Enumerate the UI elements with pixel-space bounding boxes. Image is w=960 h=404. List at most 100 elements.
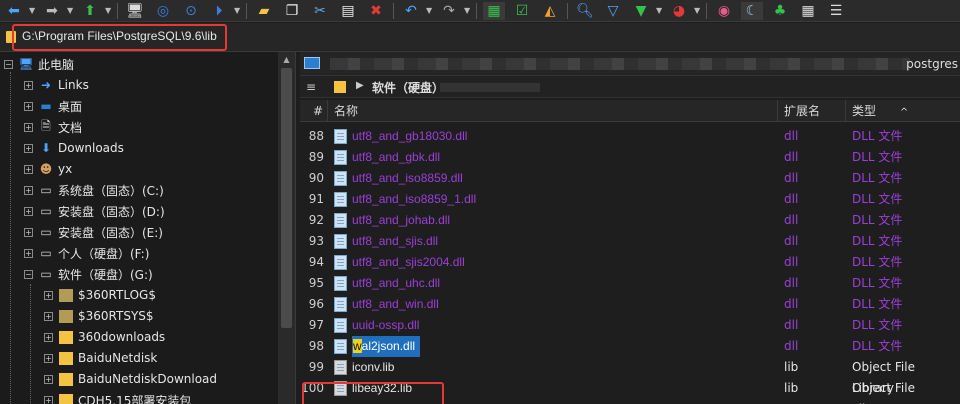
expand-icon[interactable]: + bbox=[24, 101, 33, 111]
delete-icon[interactable]: ✖ bbox=[365, 2, 387, 20]
tree-item-drive-g[interactable]: − ▭ 软件（硬盘）(G:) bbox=[24, 264, 153, 284]
table-row[interactable]: 88 utf8_and_gb18030.dll dll DLL 文件 bbox=[300, 126, 960, 147]
table-row[interactable]: 96 utf8_and_win.dll dll DLL 文件 bbox=[300, 294, 960, 315]
tree-item-user[interactable]: + ☻ yx bbox=[24, 159, 72, 179]
tree-item-drive-f[interactable]: + ▭ 个人（硬盘）(F:) bbox=[24, 243, 149, 263]
redo-icon[interactable]: ↷ bbox=[438, 2, 460, 20]
collapse-icon[interactable]: − bbox=[24, 269, 33, 279]
filter-add-icon[interactable]: ▼ bbox=[630, 2, 652, 20]
file-name[interactable]: uuid-ossp.dll bbox=[352, 315, 419, 336]
copy-icon[interactable]: ❐ bbox=[281, 2, 303, 20]
table-row-selected[interactable]: 98 wal2json.dll dll DLL 文件 bbox=[300, 336, 960, 357]
find-icon[interactable]: 🔍︎ bbox=[574, 2, 596, 20]
expand-icon[interactable]: + bbox=[44, 374, 53, 384]
list-icon[interactable]: ☰ bbox=[825, 2, 847, 20]
expand-icon[interactable]: + bbox=[24, 227, 33, 237]
table-row[interactable]: 93 utf8_and_sjis.dll dll DLL 文件 bbox=[300, 231, 960, 252]
file-name[interactable]: utf8_and_gb18030.dll bbox=[352, 126, 467, 147]
new-folder-icon[interactable]: ▰ bbox=[253, 2, 275, 20]
file-name[interactable]: iconv.lib bbox=[352, 357, 394, 378]
tree-item-folder[interactable]: + BaiduNetdiskDownload bbox=[44, 369, 217, 389]
tree-item-folder[interactable]: + $360RTLOG$ bbox=[44, 285, 156, 305]
tree-item-links[interactable]: + ➜ Links bbox=[24, 75, 89, 95]
tree-view-icon[interactable]: ▦ bbox=[483, 1, 505, 20]
tree-item-folder[interactable]: + CDH5.15部署安装包 bbox=[44, 390, 191, 404]
pane-tab-bar[interactable]: postgres bbox=[300, 52, 960, 76]
chevron-down-icon[interactable]: ▼ bbox=[234, 6, 242, 15]
menu-icon[interactable]: ≡ bbox=[306, 80, 316, 94]
checkbox-icon[interactable]: ☑ bbox=[511, 2, 533, 20]
forward-arrow-icon[interactable]: ➡ bbox=[41, 2, 63, 20]
expand-icon[interactable]: + bbox=[44, 290, 53, 300]
table-row[interactable]: 91 utf8_and_iso8859_1.dll dll DLL 文件 bbox=[300, 189, 960, 210]
media-play-icon[interactable]: ⏵ bbox=[208, 2, 230, 20]
file-name[interactable]: utf8_and_win.dll bbox=[352, 294, 439, 315]
file-name-selected[interactable]: wal2json.dll bbox=[352, 336, 421, 357]
file-name[interactable]: utf8_and_sjis.dll bbox=[352, 231, 438, 252]
paste-icon[interactable]: ▤ bbox=[337, 2, 359, 20]
expand-icon[interactable]: + bbox=[44, 311, 53, 321]
chevron-down-icon[interactable]: ▼ bbox=[656, 6, 664, 15]
expand-icon[interactable]: + bbox=[44, 395, 53, 404]
column-header-type[interactable]: 类型 ^ bbox=[846, 100, 960, 122]
expand-icon[interactable]: + bbox=[24, 206, 33, 216]
tree-icon[interactable]: ♣ bbox=[769, 2, 791, 20]
expand-icon[interactable]: + bbox=[24, 122, 33, 132]
tree-item-downloads[interactable]: + ⬇ Downloads bbox=[24, 138, 124, 158]
file-name[interactable]: utf8_and_uhc.dll bbox=[352, 273, 440, 294]
tree-item-desktop[interactable]: + ▬ 桌面 bbox=[24, 96, 82, 116]
search-icon[interactable]: ⊙ bbox=[180, 2, 202, 20]
cut-icon[interactable]: ✂ bbox=[309, 2, 331, 20]
back-arrow-icon[interactable]: ⬅ bbox=[3, 2, 25, 20]
tree-item-folder[interactable]: + 360downloads bbox=[44, 327, 165, 347]
table-row[interactable]: 92 utf8_and_johab.dll dll DLL 文件 bbox=[300, 210, 960, 231]
expand-icon[interactable]: + bbox=[24, 143, 33, 153]
breadcrumb-item[interactable]: 软件（硬盘） bbox=[372, 79, 444, 96]
chevron-right-icon[interactable]: ▶ bbox=[356, 80, 364, 91]
table-row[interactable]: 95 utf8_and_uhc.dll dll DLL 文件 bbox=[300, 273, 960, 294]
column-header-name[interactable]: 名称 bbox=[328, 100, 778, 122]
column-header-number[interactable]: # bbox=[300, 100, 328, 122]
expand-icon[interactable]: + bbox=[24, 185, 33, 195]
pie-chart-icon[interactable]: ◕ bbox=[668, 2, 690, 20]
tree-item-documents[interactable]: + 🗎 文档 bbox=[24, 117, 82, 137]
tree-item-drive-e[interactable]: + ▭ 安装盘（固态）(E:) bbox=[24, 222, 163, 242]
table-row[interactable]: 90 utf8_and_iso8859.dll dll DLL 文件 bbox=[300, 168, 960, 189]
calendar-icon[interactable]: ▦ bbox=[797, 2, 819, 20]
expand-icon[interactable]: + bbox=[24, 80, 33, 90]
tree-item-folder[interactable]: + $360RTSYS$ bbox=[44, 306, 154, 326]
up-arrow-icon[interactable]: ⬆ bbox=[79, 2, 101, 20]
chevron-down-icon[interactable]: ▼ bbox=[29, 6, 37, 15]
file-name[interactable]: utf8_and_iso8859.dll bbox=[352, 168, 463, 189]
chevron-down-icon[interactable]: ▼ bbox=[426, 6, 434, 15]
file-name[interactable]: utf8_and_iso8859_1.dll bbox=[352, 189, 476, 210]
table-row[interactable]: 97 uuid-ossp.dll dll DLL 文件 bbox=[300, 315, 960, 336]
chevron-down-icon[interactable]: ▼ bbox=[464, 6, 472, 15]
tree-item-drive-d[interactable]: + ▭ 安装盘（固态）(D:) bbox=[24, 201, 165, 221]
pizza-icon[interactable]: ◭ bbox=[539, 2, 561, 20]
chevron-down-icon[interactable]: ▼ bbox=[694, 6, 702, 15]
file-name[interactable]: utf8_and_johab.dll bbox=[352, 210, 450, 231]
file-name[interactable]: utf8_and_sjis2004.dll bbox=[352, 252, 465, 273]
spiral-icon[interactable]: ◉ bbox=[713, 2, 735, 20]
moon-icon[interactable]: ☾ bbox=[741, 1, 763, 20]
tree-scrollbar[interactable]: ▲ bbox=[278, 52, 295, 404]
expand-icon[interactable]: + bbox=[44, 353, 53, 363]
expand-icon[interactable]: + bbox=[24, 248, 33, 258]
filter-icon[interactable]: ▽ bbox=[602, 2, 624, 20]
tree-item-drive-c[interactable]: + ▭ 系统盘（固态）(C:) bbox=[24, 180, 164, 200]
tab-label[interactable]: postgres bbox=[906, 57, 958, 71]
computer-icon[interactable]: 🖥 bbox=[124, 2, 146, 20]
address-bar[interactable]: G:\Program Files\PostgreSQL\9.6\lib bbox=[0, 23, 960, 52]
tree-item-this-pc[interactable]: − 🖥 此电脑 bbox=[4, 54, 74, 74]
chevron-down-icon[interactable]: ▼ bbox=[67, 6, 75, 15]
tree-item-folder[interactable]: + BaiduNetdisk bbox=[44, 348, 157, 368]
table-row[interactable]: 89 utf8_and_gbk.dll dll DLL 文件 bbox=[300, 147, 960, 168]
scroll-up-icon[interactable]: ▲ bbox=[278, 52, 295, 68]
collapse-icon[interactable]: − bbox=[4, 59, 13, 69]
column-header-ext[interactable]: 扩展名 bbox=[778, 100, 846, 122]
chevron-down-icon[interactable]: ▼ bbox=[105, 6, 113, 15]
table-row[interactable]: 94 utf8_and_sjis2004.dll dll DLL 文件 bbox=[300, 252, 960, 273]
file-name[interactable]: utf8_and_gbk.dll bbox=[352, 147, 440, 168]
expand-icon[interactable]: + bbox=[24, 164, 33, 174]
